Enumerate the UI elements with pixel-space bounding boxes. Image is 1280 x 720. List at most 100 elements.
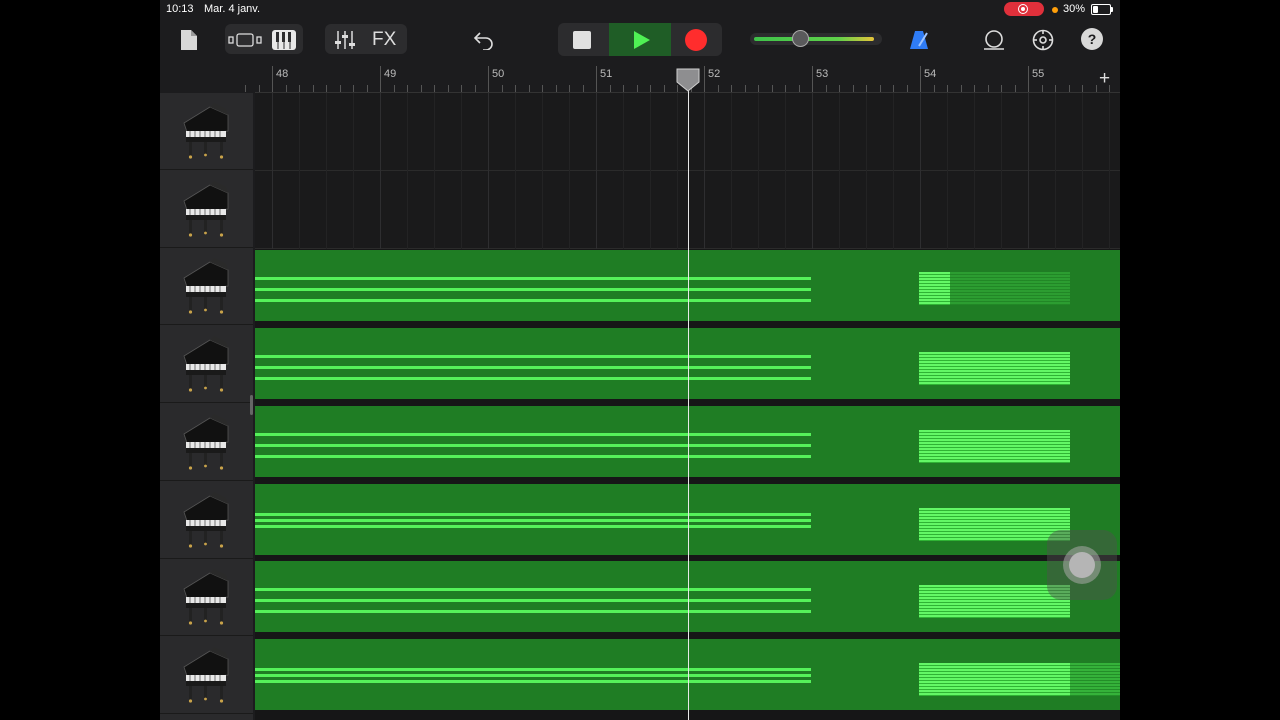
bar-line [488, 66, 489, 92]
track-header[interactable] [160, 482, 253, 559]
loop-browser-icon[interactable] [981, 28, 1007, 52]
midi-note[interactable] [255, 366, 811, 370]
grid-line [1001, 93, 1002, 171]
midi-note[interactable] [255, 667, 811, 671]
master-volume-slider[interactable] [750, 30, 882, 47]
playhead-line [688, 90, 689, 720]
midi-note[interactable] [255, 355, 811, 359]
grid-line [326, 170, 327, 249]
grand-piano-icon [180, 179, 232, 239]
add-section-button[interactable]: + [1099, 68, 1110, 90]
grid-line [812, 170, 813, 249]
beat-tick [569, 85, 570, 92]
beat-tick [609, 85, 611, 92]
battery-percent: 30% [1063, 3, 1086, 15]
stop-icon[interactable] [572, 30, 592, 50]
track-header[interactable] [160, 171, 253, 248]
midi-note[interactable] [255, 679, 811, 683]
midi-note[interactable] [255, 432, 811, 436]
ruler-corner [160, 66, 255, 93]
grand-piano-icon [180, 334, 232, 394]
midi-note[interactable] [255, 524, 811, 528]
beat-tick [663, 85, 665, 92]
grid-line [974, 93, 975, 171]
track-header[interactable] [160, 559, 253, 637]
grid-line [704, 170, 705, 249]
undo-icon[interactable] [470, 28, 498, 52]
status-time: 10:13 [166, 3, 194, 15]
keyboard-icon[interactable] [268, 27, 300, 53]
bar-line [920, 66, 921, 92]
grid-line [299, 170, 300, 249]
grid-line [515, 170, 516, 249]
midi-note[interactable] [255, 277, 811, 281]
midi-note[interactable] [255, 288, 811, 292]
bar-number: 50 [492, 68, 505, 80]
beat-tick [893, 85, 894, 92]
grid-line [380, 93, 381, 171]
grand-piano-icon [180, 645, 232, 705]
grand-piano-icon [180, 101, 232, 161]
note-cluster[interactable] [919, 662, 1070, 696]
tracks-view-icon[interactable] [226, 29, 264, 51]
grid-line [434, 93, 435, 171]
grid-line [272, 93, 273, 171]
beat-tick [1055, 85, 1056, 92]
note-cluster[interactable] [919, 272, 950, 306]
battery-icon [1091, 4, 1113, 15]
mixer-icon[interactable] [332, 28, 358, 52]
beat-tick [866, 85, 867, 92]
midi-note[interactable] [255, 454, 811, 458]
track-header[interactable] [160, 93, 253, 170]
midi-note[interactable] [255, 673, 811, 677]
midi-note[interactable] [255, 377, 811, 381]
beat-tick [515, 85, 516, 92]
note-cluster[interactable] [919, 507, 1070, 541]
bar-number: 52 [708, 68, 721, 80]
play-button[interactable] [609, 23, 671, 56]
metronome-icon[interactable] [907, 28, 931, 52]
grid-line [515, 93, 516, 171]
track-header[interactable] [160, 248, 253, 326]
beat-tick [366, 85, 368, 92]
fx-button[interactable]: FX [372, 29, 396, 51]
grid-line [542, 170, 543, 249]
beat-tick [501, 85, 503, 92]
settings-icon[interactable] [1030, 27, 1056, 53]
bar-line [380, 66, 381, 92]
garageband-screen: 10:13 Mar. 4 janv. 30% FX ? 48 49 50 51 … [160, 0, 1120, 720]
grand-piano-icon [180, 490, 232, 550]
note-cluster[interactable] [919, 352, 1070, 386]
track-header[interactable] [160, 326, 253, 404]
my-songs-icon[interactable] [178, 28, 200, 52]
grid-line [1082, 170, 1083, 249]
midi-note[interactable] [255, 588, 811, 592]
volume-knob[interactable] [791, 30, 809, 47]
grid-line [353, 170, 354, 249]
track-header[interactable] [160, 637, 253, 714]
note-cluster[interactable] [950, 272, 1070, 306]
grid-line [1109, 93, 1110, 171]
note-cluster[interactable] [919, 429, 1070, 463]
midi-note[interactable] [255, 512, 811, 516]
header-resize-handle[interactable] [250, 395, 253, 415]
grid-line [488, 170, 489, 249]
beat-tick [758, 85, 759, 92]
beat-tick [650, 85, 651, 92]
midi-note[interactable] [255, 443, 811, 447]
beat-tick [1095, 85, 1097, 92]
assistive-touch-button[interactable] [1047, 530, 1117, 600]
beat-tick [447, 85, 449, 92]
midi-note[interactable] [255, 518, 811, 522]
playhead-handle[interactable] [676, 68, 700, 92]
midi-note[interactable] [255, 599, 811, 603]
grid-line [758, 93, 759, 171]
midi-note[interactable] [255, 610, 811, 614]
note-cluster[interactable] [1070, 662, 1120, 696]
track-header[interactable] [160, 404, 253, 481]
midi-note[interactable] [255, 299, 811, 303]
help-icon[interactable]: ? [1081, 28, 1103, 50]
grid-line [1001, 170, 1002, 249]
record-icon[interactable] [684, 28, 708, 52]
screen-recording-icon[interactable] [1004, 2, 1044, 16]
